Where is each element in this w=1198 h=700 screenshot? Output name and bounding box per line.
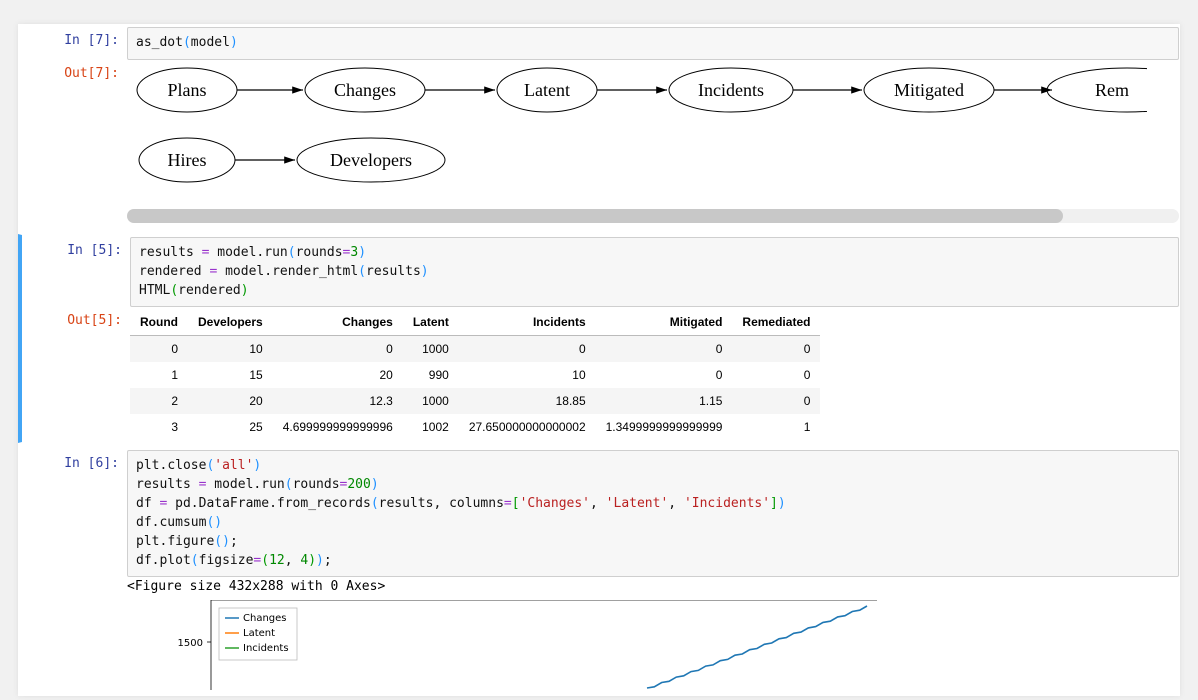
node-developers: Developers	[330, 150, 412, 170]
graphviz-output: Plans Changes Latent Incidents Mitigated	[127, 60, 1179, 227]
cell-6: In [6]: plt.close('all') results = model…	[18, 447, 1180, 696]
col-round: Round	[130, 309, 188, 336]
node-latent: Latent	[524, 80, 570, 100]
legend-latent: Latent	[243, 628, 275, 639]
ytick-1500: 1500	[178, 638, 203, 649]
results-table: RoundDevelopersChangesLatentIncidentsMit…	[130, 309, 820, 440]
node-incidents: Incidents	[698, 80, 764, 100]
col-changes: Changes	[273, 309, 403, 336]
graph-horizontal-scrollbar[interactable]	[127, 209, 1179, 223]
legend-changes: Changes	[243, 613, 287, 624]
out-prompt-7: Out[7]:	[19, 60, 127, 81]
node-mitigated: Mitigated	[894, 80, 964, 100]
series-changes	[647, 606, 867, 688]
code-input-6[interactable]: plt.close('all') results = model.run(rou…	[127, 450, 1179, 577]
in-prompt-7: In [7]:	[19, 27, 127, 48]
col-incidents: Incidents	[459, 309, 596, 336]
code-input-5[interactable]: results = model.run(rounds=3) rendered =…	[130, 237, 1179, 308]
empty-prompt	[19, 577, 127, 583]
table-row: 22012.3100018.851.150	[130, 388, 820, 414]
figure-size-text: <Figure size 432x288 with 0 Axes>	[127, 577, 1179, 600]
code-input-7[interactable]: as_dot(model)	[127, 27, 1179, 60]
node-hires: Hires	[168, 150, 207, 170]
line-chart: 1500 Changes Latent Incidents	[167, 600, 887, 690]
dag-svg: Plans Changes Latent Incidents Mitigated	[127, 60, 1147, 200]
col-developers: Developers	[188, 309, 273, 336]
node-changes: Changes	[334, 80, 396, 100]
table-row: 3254.699999999999996100227.6500000000000…	[130, 414, 820, 440]
scrollbar-thumb[interactable]	[127, 209, 1063, 223]
col-latent: Latent	[403, 309, 459, 336]
cell-7: In [7]: as_dot(model) Out[7]: Plans	[18, 24, 1180, 230]
in-prompt-5: In [5]:	[22, 237, 130, 258]
col-remediated: Remediated	[732, 309, 820, 336]
col-mitigated: Mitigated	[596, 309, 733, 336]
node-plans: Plans	[167, 80, 206, 100]
in-prompt-6: In [6]:	[19, 450, 127, 471]
jupyter-page: In [7]: as_dot(model) Out[7]: Plans	[0, 0, 1198, 696]
table-row: 115209901000	[130, 362, 820, 388]
table-row: 01001000000	[130, 336, 820, 363]
legend-incidents: Incidents	[243, 643, 289, 654]
node-rem-partial: Rem	[1095, 80, 1129, 100]
cell-5: In [5]: results = model.run(rounds=3) re…	[18, 234, 1180, 444]
out-prompt-5: Out[5]:	[22, 307, 130, 328]
notebook-body: In [7]: as_dot(model) Out[7]: Plans	[18, 24, 1180, 696]
